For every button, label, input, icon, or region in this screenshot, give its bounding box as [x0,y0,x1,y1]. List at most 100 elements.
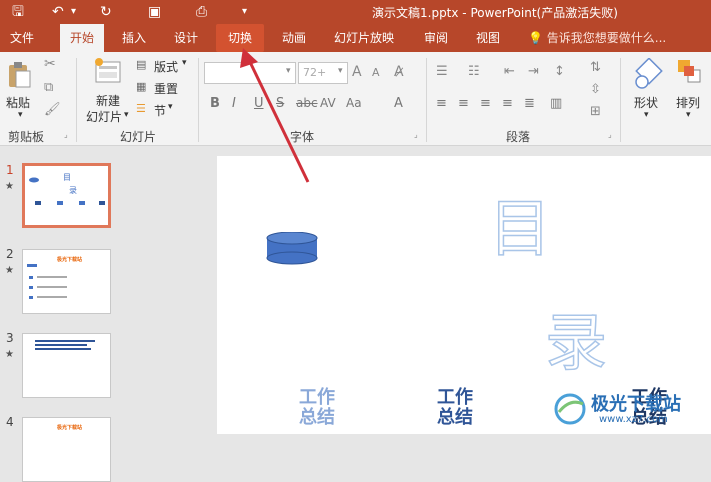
thumbnail-3-content [35,340,95,350]
tab-transitions[interactable]: 切换 [216,24,264,52]
text-direction-icon[interactable]: ⇅ [590,60,601,75]
title-char-mu[interactable]: 目 [488,178,552,268]
font-size-dropdown-icon[interactable]: ▾ [338,66,343,76]
arrange-dropdown-icon[interactable]: ▾ [686,110,691,120]
thumbnail-number-3: 3 [6,331,14,345]
align-left-icon[interactable]: ≡ [436,96,447,111]
change-case-icon[interactable]: Aa [346,96,362,110]
print-preview-icon[interactable]: ⎙ [196,3,207,21]
title-bar: 🖫 ↶ ▾ ↻ ▣ ⎙ ▾ 演示文稿1.pptx - PowerPoint(产品… [0,0,711,24]
strikethrough-icon[interactable]: S [276,96,284,111]
start-from-beginning-icon[interactable]: ▣ [148,3,161,21]
thumb2-title: 极光下载站 [57,257,83,263]
thumbnail-number-4: 4 [6,415,14,429]
italic-icon[interactable]: I [232,96,236,111]
arrange-icon[interactable] [676,58,704,88]
font-name-dropdown-icon[interactable]: ▾ [286,66,291,76]
layout-dropdown-icon[interactable]: ▾ [182,58,187,68]
tab-insert[interactable]: 插入 [112,24,156,52]
distributed-icon[interactable]: ≣ [524,96,535,111]
thumbnail-number-2: 2 [6,247,14,261]
customize-qa-icon[interactable]: ▾ [242,3,247,21]
thumbnail-slide-3[interactable] [22,333,111,398]
group-font-label: 字体 [290,130,315,144]
paste-button[interactable]: 粘贴 [6,94,30,111]
tab-home[interactable]: 开始 [60,24,104,52]
font-launcher-icon[interactable]: ⌟ [414,130,418,139]
clipboard-launcher-icon[interactable]: ⌟ [64,130,68,139]
thumbnail-slide-4[interactable]: 极光下载站 [22,417,111,482]
layout-button[interactable]: 版式 [154,58,178,75]
thumb1-mu: 目 [63,173,71,182]
shapes-dropdown-icon[interactable]: ▾ [644,110,649,120]
align-center-icon[interactable]: ≡ [458,96,469,111]
paragraph-launcher-icon[interactable]: ⌟ [608,130,612,139]
arrange-button[interactable]: 排列 [676,94,700,111]
cut-icon[interactable]: ✂ [44,56,56,72]
bold-icon[interactable]: B [210,96,220,111]
decrease-indent-icon[interactable]: ⇤ [504,64,515,79]
cylinder-shape[interactable] [265,232,321,266]
thumbnail-slide-1[interactable]: 目 录 [22,163,111,228]
reset-button[interactable]: 重置 [154,80,178,97]
shapes-button[interactable]: 形状 [634,94,658,111]
undo-icon[interactable]: ↶ [52,3,64,21]
watermark-text: 极光下载站 [591,394,681,415]
font-name-box[interactable] [204,62,296,84]
new-slide-button-line1[interactable]: 新建 [96,92,120,109]
section-dropdown-icon[interactable]: ▾ [168,102,173,112]
undo-dropdown-icon[interactable]: ▾ [71,3,76,21]
shadow-icon[interactable]: abc [296,96,318,110]
section-title-1-line2: 总结 [299,407,335,428]
new-slide-icon[interactable] [92,56,124,88]
justify-icon[interactable]: ≡ [502,96,513,111]
bullets-icon[interactable]: ☰ [436,64,448,79]
paste-dropdown-icon[interactable]: ▾ [18,110,23,120]
section-title-1[interactable]: 工作 总结 [295,388,339,428]
lightbulb-icon: 💡 [528,31,547,45]
align-text-icon[interactable]: ⇳ [590,82,601,97]
line-spacing-icon[interactable]: ↕ [554,64,565,79]
tab-review[interactable]: 审阅 [414,24,458,52]
tab-animations[interactable]: 动画 [272,24,316,52]
new-slide-dropdown-icon[interactable]: ▾ [124,110,129,120]
thumbnail-slide-2[interactable]: 极光下载站 [22,249,111,314]
ribbon-tabs: 文件 开始 插入 设计 切换 动画 幻灯片放映 审阅 视图 💡 告诉我您想要做什… [0,24,711,52]
watermark: 极光下载站 www.xz7.com [553,390,703,430]
separator [426,58,427,142]
format-painter-icon[interactable]: 🖌 [44,102,61,117]
section-title-2-line1: 工作 [437,387,473,408]
title-char-lu[interactable]: 录 [544,292,608,382]
tell-me-box[interactable]: 💡 告诉我您想要做什么... [528,24,666,52]
char-spacing-icon[interactable]: AV [320,96,336,110]
tab-view[interactable]: 视图 [466,24,510,52]
tab-design[interactable]: 设计 [164,24,208,52]
increase-indent-icon[interactable]: ⇥ [528,64,539,79]
new-slide-button-line2[interactable]: 幻灯片 [86,108,122,125]
group-paragraph-label: 段落 [506,130,531,144]
font-color-icon[interactable]: A [394,96,403,111]
tab-slideshow[interactable]: 幻灯片放映 [330,24,398,52]
columns-icon[interactable]: ▥ [550,96,562,111]
slide-canvas[interactable]: 目 录 工作 总结 工作 总结 工作 总结 极光下载站 www.xz7.com [217,156,711,434]
thumbnail-star-2: ★ [5,265,14,276]
copy-icon[interactable]: ⧉ [44,80,53,95]
decrease-font-icon[interactable]: A [372,66,380,79]
smartart-icon[interactable]: ⊞ [590,104,601,119]
increase-font-icon[interactable]: A [352,64,362,80]
section-button[interactable]: 节 [154,102,166,119]
underline-icon[interactable]: U [254,96,264,111]
numbering-icon[interactable]: ☷ [468,64,480,79]
group-clipboard-label: 剪贴板 [8,130,45,144]
slide-thumbnail-panel: 1 ★ 目 录 2 ★ 极光下载站 3 ★ 4 极光下载站 [0,147,200,482]
shapes-icon[interactable] [632,58,664,90]
paste-icon[interactable] [6,60,32,90]
reset-icon: ▦ [136,80,147,93]
save-icon[interactable]: 🖫 [12,3,24,21]
align-right-icon[interactable]: ≡ [480,96,491,111]
section-title-2[interactable]: 工作 总结 [433,388,477,428]
clear-formatting-icon[interactable]: A̷ [394,64,404,80]
thumbnail-1-content: 目 录 [29,173,105,205]
redo-icon[interactable]: ↻ [100,3,112,21]
tab-file[interactable]: 文件 [0,24,44,52]
